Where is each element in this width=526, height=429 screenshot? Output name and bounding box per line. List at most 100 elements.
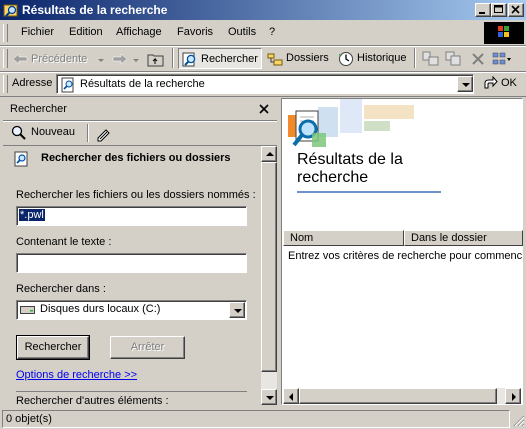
scroll-down-button[interactable] (261, 389, 277, 405)
search-form: Rechercher des fichiers ou dossiers Rech… (3, 146, 261, 405)
results-list: Entrez vos critères de recherche pour co… (283, 246, 522, 386)
drive-icon (20, 306, 35, 314)
column-header-name[interactable]: Nom (283, 230, 404, 246)
name-label: Rechercher les fichiers ou les dossiers … (16, 189, 256, 201)
new-search-button[interactable]: Nouveau (7, 123, 83, 143)
history-button-label: Historique (357, 52, 407, 64)
menu-favoris[interactable]: Favoris (177, 26, 213, 38)
address-bar: Adresse Résultats de la recherche OK (0, 72, 526, 97)
search-pane-scrollbar[interactable] (261, 146, 277, 405)
address-grip[interactable] (3, 75, 8, 93)
back-label: Précédente (31, 53, 88, 65)
edit-icon[interactable] (96, 126, 112, 142)
menu-affichage[interactable]: Affichage (116, 26, 162, 38)
empty-message: Entrez vos critères de recherche pour co… (288, 250, 522, 262)
address-combobox[interactable]: Résultats de la recherche (56, 74, 474, 94)
maximize-icon (494, 5, 503, 13)
other-items-clip: Rechercher d'autres éléments : (3, 395, 261, 405)
name-field-value: *.pwl (19, 209, 45, 221)
page-icon (61, 77, 74, 93)
column-folder-label: Dans le dossier (411, 232, 487, 244)
search-button[interactable]: Rechercher (178, 48, 262, 69)
arrow-right-icon (512, 393, 516, 401)
divider (3, 121, 277, 122)
go-arrow-icon (484, 76, 498, 89)
location-value: Disques durs locaux (C:) (40, 303, 161, 315)
column-header-folder[interactable]: Dans le dossier (404, 230, 523, 246)
up-folder-icon[interactable] (147, 51, 165, 67)
search-submit-button[interactable]: Rechercher (16, 335, 90, 360)
address-label: Adresse (12, 77, 53, 89)
title-bar[interactable]: Résultats de la recherche (0, 0, 526, 20)
folders-button[interactable]: Dossiers (266, 49, 332, 69)
menu-fichier[interactable]: Fichier (21, 26, 54, 38)
windows-flag-icon (498, 26, 509, 37)
window-title: Résultats de la recherche (22, 3, 168, 17)
address-dropdown-button[interactable] (457, 76, 473, 92)
menu-outils[interactable]: Outils (228, 26, 256, 38)
search-button-label: Rechercher (201, 53, 258, 65)
new-search-icon (11, 125, 26, 140)
scroll-up-button[interactable] (261, 146, 277, 162)
close-button[interactable] (508, 3, 524, 17)
back-history-dropdown[interactable] (98, 59, 104, 62)
search-heading: Rechercher des fichiers ou dossiers (41, 152, 231, 164)
menu-bar: Fichier Edition Affichage Favoris Outils… (0, 21, 526, 46)
other-items-label: Rechercher d'autres éléments : (16, 395, 169, 405)
stop-label: Arrêter (130, 341, 165, 353)
arrow-up-icon (266, 152, 274, 156)
location-label: Rechercher dans : (16, 283, 106, 295)
search-icon (182, 52, 196, 67)
text-label: Contenant le texte : (16, 236, 112, 248)
history-button[interactable]: Historique (337, 49, 411, 69)
toolbar-grip[interactable] (3, 49, 8, 68)
back-button[interactable]: Précédente (10, 49, 110, 69)
status-bar: 0 objet(s) (0, 408, 526, 429)
back-arrow-icon (12, 53, 28, 65)
forward-arrow-icon[interactable] (112, 52, 128, 66)
history-icon (339, 52, 353, 66)
location-select[interactable]: Disques durs locaux (C:) (16, 300, 247, 320)
arrow-down-icon (266, 396, 274, 400)
results-hscrollbar[interactable] (283, 388, 521, 404)
toolbar-separator (172, 48, 174, 68)
minimize-button[interactable] (475, 3, 491, 17)
views-icon (492, 52, 511, 65)
folders-button-label: Dossiers (286, 52, 329, 64)
copy-to-icon[interactable] (445, 51, 463, 67)
hscroll-thumb[interactable] (299, 388, 497, 404)
menu-grip[interactable] (3, 24, 8, 42)
pane-close-icon[interactable] (259, 104, 269, 114)
scroll-left-button[interactable] (283, 388, 299, 404)
go-button[interactable]: OK (480, 74, 522, 94)
explorer-icon (3, 4, 18, 17)
pane-toolbar-separator (87, 124, 89, 142)
search-options-link[interactable]: Options de recherche >> (16, 369, 137, 381)
results-magnifier-icon (288, 110, 326, 147)
move-to-icon[interactable] (422, 51, 440, 67)
toolbar-separator-2 (414, 48, 416, 68)
new-search-label: Nouveau (31, 126, 76, 138)
address-value: Résultats de la recherche (80, 78, 205, 90)
name-field[interactable]: *.pwl (16, 206, 247, 226)
delete-icon[interactable] (470, 51, 486, 67)
maximize-button[interactable] (491, 3, 507, 17)
forward-history-dropdown[interactable] (133, 59, 139, 62)
search-pane: Rechercher Nouveau Rechercher des fichie… (3, 98, 277, 405)
search-pane-title: Rechercher (10, 103, 67, 115)
status-cell: 0 objet(s) (2, 410, 510, 428)
resize-grip-icon[interactable] (512, 414, 525, 427)
scroll-right-button[interactable] (505, 388, 521, 404)
text-field[interactable] (16, 253, 247, 273)
status-text: 0 objet(s) (6, 413, 52, 425)
folders-icon (267, 53, 283, 66)
menu-help[interactable]: ? (269, 26, 275, 38)
location-dropdown-button[interactable] (229, 302, 245, 318)
minimize-icon (479, 12, 485, 14)
arrow-left-icon (289, 393, 293, 401)
search-submit-label: Rechercher (24, 341, 82, 353)
menu-edition[interactable]: Edition (69, 26, 103, 38)
views-button[interactable] (492, 51, 512, 67)
stop-button[interactable]: Arrêter (110, 336, 185, 359)
scroll-thumb[interactable] (261, 162, 277, 372)
